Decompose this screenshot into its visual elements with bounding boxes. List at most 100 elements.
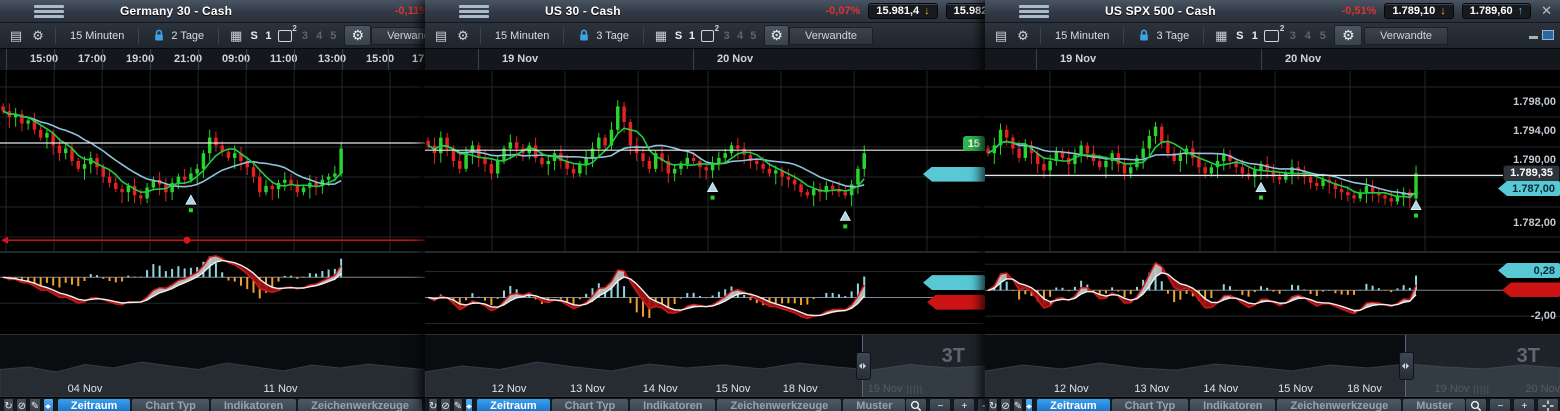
pencil-icon[interactable]: ✎ [1013, 398, 1023, 411]
layout-settings-gear-icon[interactable]: ⚙ [1334, 25, 1362, 46]
layout-1-button[interactable]: 1 [261, 30, 275, 42]
tab-indikatoren[interactable]: Indikatoren [211, 399, 296, 411]
indicator-pane[interactable] [0, 253, 425, 334]
layout-5-button[interactable]: 5 [326, 30, 340, 42]
price-chart[interactable] [0, 71, 425, 251]
range-select[interactable]: 3 Tage [1130, 26, 1197, 45]
layout-2-button[interactable]: 2 [278, 30, 292, 42]
tab-indikatoren[interactable]: Indikatoren [1190, 399, 1275, 411]
pencil-icon[interactable]: ✎ [29, 398, 40, 411]
layout-4-button[interactable]: 4 [733, 30, 746, 42]
tab-chart-typ[interactable]: Chart Typ [1112, 399, 1189, 411]
layout-4-button[interactable]: 4 [312, 30, 326, 42]
layout-settings-gear-icon[interactable]: ⚙ [764, 25, 789, 46]
zoom-in-button[interactable]: + [953, 398, 975, 411]
refresh-icon[interactable]: ↻ [988, 398, 998, 411]
crosshair-icon[interactable] [1537, 398, 1559, 411]
tab-zeichenwerkzeuge[interactable]: Zeichenwerkzeuge [717, 399, 841, 411]
tab-zeichenwerkzeuge[interactable]: Zeichenwerkzeuge [1277, 399, 1401, 411]
layout-3-button[interactable]: 3 [720, 30, 733, 42]
navigator-date-label: 15 Nov [1278, 383, 1313, 395]
toolbar-divider [55, 27, 56, 44]
spinner-icon[interactable] [1025, 398, 1033, 411]
prohibit-icon[interactable]: ⊘ [440, 398, 450, 411]
menu-icon[interactable] [1019, 5, 1049, 18]
buy-price-value: 1.789,60 [1470, 5, 1513, 17]
tab-chart-typ[interactable]: Chart Typ [132, 399, 209, 411]
related-button[interactable]: Verwandte [371, 27, 425, 45]
layout-3-button[interactable]: 3 [1285, 30, 1300, 42]
tab-zeitraum[interactable]: Zeitraum [1037, 399, 1109, 411]
indicator-badge-teal: 0,28 [1498, 263, 1560, 278]
pencil-icon[interactable]: ✎ [453, 398, 463, 411]
interval-select[interactable]: 15 Minuten [1047, 26, 1117, 45]
indicator-pane[interactable] [425, 253, 985, 334]
window-minimize-icon[interactable] [1529, 36, 1538, 39]
range-navigator[interactable]: 04 Nov11 Nov [0, 334, 425, 397]
range-navigator[interactable]: 3T12 Nov13 Nov14 Nov15 Nov18 Nov19 Nov||… [425, 334, 985, 397]
zoom-out-button[interactable]: − [929, 398, 951, 411]
layout-5-button[interactable]: 5 [747, 30, 760, 42]
layout-4-button[interactable]: 4 [1300, 30, 1315, 42]
layout-settings-gear-icon[interactable]: ⚙ [344, 25, 371, 46]
crosshair-icon[interactable] [977, 398, 985, 411]
chart-list-icon[interactable]: ▤ [990, 26, 1012, 45]
menu-icon[interactable] [459, 5, 489, 18]
menu-icon[interactable] [34, 5, 64, 18]
window-controls [1529, 30, 1554, 40]
range-select[interactable]: 3 Tage [570, 26, 637, 45]
layout-1-button[interactable]: 1 [685, 30, 698, 42]
refresh-icon[interactable]: ↻ [428, 398, 438, 411]
layout-s-button[interactable]: S [1232, 30, 1247, 42]
layout-5-button[interactable]: 5 [1315, 30, 1330, 42]
layout-s-button[interactable]: S [247, 30, 261, 42]
calendar-icon[interactable]: ▦ [650, 26, 672, 45]
spinner-icon[interactable] [43, 398, 54, 411]
tab-muster[interactable]: Muster [843, 399, 905, 411]
range-navigator[interactable]: 3T12 Nov13 Nov14 Nov15 Nov18 Nov19 Nov||… [985, 334, 1560, 397]
magnifier-icon[interactable] [1465, 398, 1487, 411]
calendar-icon[interactable]: ▦ [225, 26, 247, 45]
sell-price-button[interactable]: 1.789,10↓ [1384, 3, 1453, 19]
buy-price-button[interactable]: 1.789,60↑ [1462, 3, 1531, 19]
zoom-out-button[interactable]: − [1489, 398, 1511, 411]
tab-zeichenwerkzeuge[interactable]: Zeichenwerkzeuge [298, 399, 422, 411]
calendar-icon[interactable]: ▦ [1210, 26, 1232, 45]
close-icon[interactable]: ✕ [1541, 3, 1552, 19]
tab-zeitraum[interactable]: Zeitraum [58, 399, 130, 411]
tab-chart-typ[interactable]: Chart Typ [552, 399, 629, 411]
buy-price-button[interactable]: 15.982,8↑ [946, 3, 985, 19]
range-handle[interactable] [856, 352, 871, 380]
tab-indikatoren[interactable]: Indikatoren [630, 399, 715, 411]
chart-settings-gear-icon[interactable]: ⚙ [452, 26, 474, 45]
range-label: 3 Tage [1156, 30, 1189, 42]
layout-2-button[interactable]: 2 [701, 30, 715, 42]
sell-price-button[interactable]: 15.981,4↓ [868, 3, 937, 19]
chart-list-icon[interactable]: ▤ [5, 26, 27, 45]
range-select[interactable]: 2 Tage [145, 26, 212, 45]
interval-select[interactable]: 15 Minuten [62, 26, 132, 45]
magnifier-icon[interactable] [905, 398, 927, 411]
related-button[interactable]: Verwandte [789, 27, 873, 45]
layout-3-button[interactable]: 3 [298, 30, 312, 42]
prohibit-icon[interactable]: ⊘ [16, 398, 27, 411]
tab-muster[interactable]: Muster [1403, 399, 1465, 411]
zoom-in-button[interactable]: + [1513, 398, 1535, 411]
layout-s-button[interactable]: S [672, 30, 685, 42]
chart-settings-gear-icon[interactable]: ⚙ [27, 26, 49, 45]
price-chart[interactable]: 1.798,001.794,001.790,001.782,001.789,35… [985, 71, 1560, 251]
related-button[interactable]: Verwandte [1364, 27, 1448, 45]
price-chart[interactable]: 15 [425, 71, 985, 251]
interval-select[interactable]: 15 Minuten [487, 26, 557, 45]
refresh-icon[interactable]: ↻ [3, 398, 14, 411]
layout-1-button[interactable]: 1 [1247, 30, 1262, 42]
tab-zeitraum[interactable]: Zeitraum [477, 399, 549, 411]
layout-2-button[interactable]: 2 [1264, 30, 1279, 42]
indicator-pane[interactable]: -2,000,28 [985, 253, 1560, 334]
window-maximize-icon[interactable] [1542, 30, 1554, 40]
chart-settings-gear-icon[interactable]: ⚙ [1012, 26, 1034, 45]
spinner-icon[interactable] [465, 398, 473, 411]
range-handle[interactable] [1399, 352, 1414, 380]
prohibit-icon[interactable]: ⊘ [1000, 398, 1010, 411]
chart-list-icon[interactable]: ▤ [430, 26, 452, 45]
